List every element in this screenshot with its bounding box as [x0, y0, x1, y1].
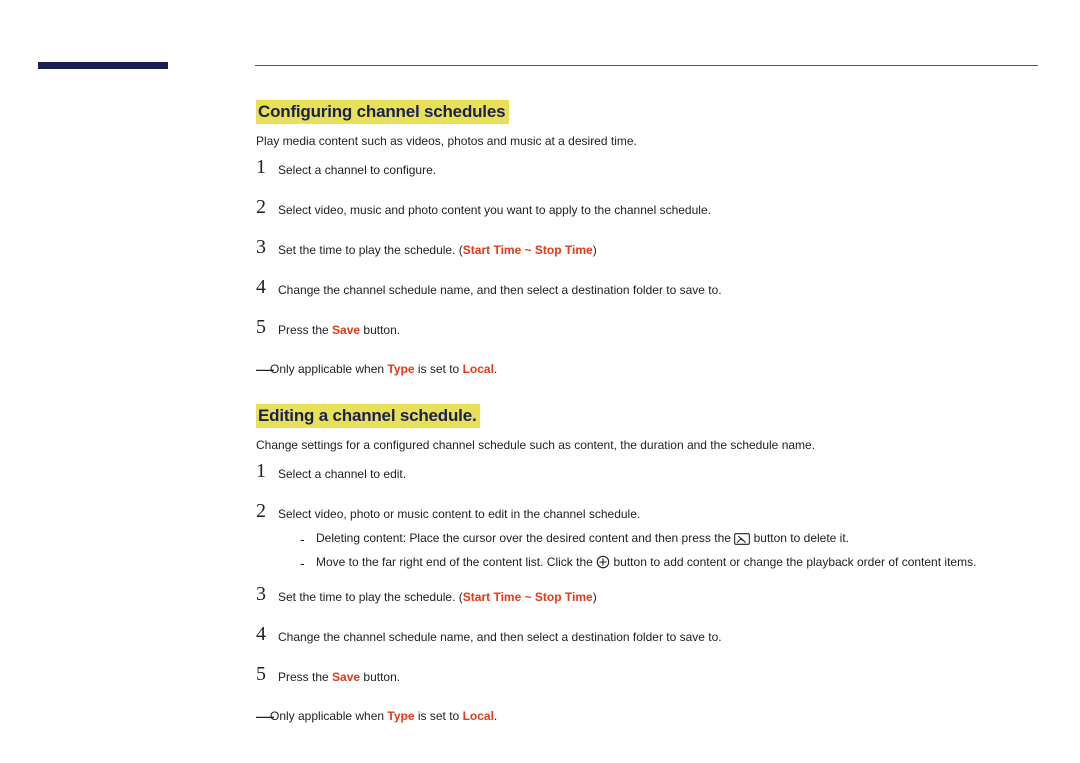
section1-step-3: 3 Set the time to play the schedule. (St…	[256, 242, 1038, 264]
step-number: 4	[256, 276, 274, 298]
section-title-editing: Editing a channel schedule.	[256, 404, 480, 428]
step-number: 1	[256, 460, 274, 482]
step-text: Set the time to play the schedule. (Star…	[278, 589, 1038, 606]
page-content: Configuring channel schedules Play media…	[256, 100, 1038, 751]
section2-step-2-sub1: - Deleting content: Place the cursor ove…	[300, 529, 1038, 547]
section2-step-4: 4 Change the channel schedule name, and …	[256, 629, 1038, 651]
section2-note: ― Only applicable when Type is set to Lo…	[256, 709, 1038, 723]
section1-steps: 1 Select a channel to configure. 2 Selec…	[256, 162, 1038, 344]
note-dash: ―	[256, 707, 274, 725]
step-number: 2	[256, 196, 274, 218]
step-number: 5	[256, 663, 274, 685]
section1-step-2: 2 Select video, music and photo content …	[256, 202, 1038, 224]
section-configuring: Configuring channel schedules Play media…	[256, 100, 1038, 376]
bullet-dash: -	[300, 529, 305, 550]
step-text: Change the channel schedule name, and th…	[278, 282, 1038, 299]
step-text: Change the channel schedule name, and th…	[278, 629, 1038, 646]
step-number: 2	[256, 500, 274, 522]
step-text: Set the time to play the schedule. (Star…	[278, 242, 1038, 259]
section1-intro: Play media content such as videos, photo…	[256, 134, 1038, 148]
section1-step-1: 1 Select a channel to configure.	[256, 162, 1038, 184]
page-top-rule	[255, 65, 1038, 66]
step-number: 5	[256, 316, 274, 338]
section2-step-5: 5 Press the Save button.	[256, 669, 1038, 691]
section2-step-3: 3 Set the time to play the schedule. (St…	[256, 589, 1038, 611]
step-text: Select a channel to edit.	[278, 466, 1038, 483]
bullet-dash: -	[300, 553, 305, 574]
step-number: 4	[256, 623, 274, 645]
section1-step-5: 5 Press the Save button.	[256, 322, 1038, 344]
step-text: Press the Save button.	[278, 322, 1038, 339]
section2-step-2: 2 Select video, photo or music content t…	[256, 506, 1038, 571]
page-corner-marker	[38, 62, 168, 69]
step-text: Select a channel to configure.	[278, 162, 1038, 179]
section1-step-4: 4 Change the channel schedule name, and …	[256, 282, 1038, 304]
section-editing: Editing a channel schedule. Change setti…	[256, 404, 1038, 723]
step-number: 3	[256, 583, 274, 605]
step-number: 3	[256, 236, 274, 258]
step-text: Select video, music and photo content yo…	[278, 202, 1038, 219]
section2-intro: Change settings for a configured channel…	[256, 438, 1038, 452]
section2-steps: 1 Select a channel to edit. 2 Select vid…	[256, 466, 1038, 691]
step-text: Select video, photo or music content to …	[278, 506, 1038, 523]
section-title-configuring: Configuring channel schedules	[256, 100, 509, 124]
delete-icon	[734, 533, 750, 545]
note-dash: ―	[256, 360, 274, 378]
step-number: 1	[256, 156, 274, 178]
add-icon	[596, 555, 610, 569]
section2-step-2-sub2: - Move to the far right end of the conte…	[300, 553, 1038, 571]
section2-step-2-sublist: - Deleting content: Place the cursor ove…	[300, 529, 1038, 571]
step-text: Press the Save button.	[278, 669, 1038, 686]
section1-note: ― Only applicable when Type is set to Lo…	[256, 362, 1038, 376]
section2-step-1: 1 Select a channel to edit.	[256, 466, 1038, 488]
